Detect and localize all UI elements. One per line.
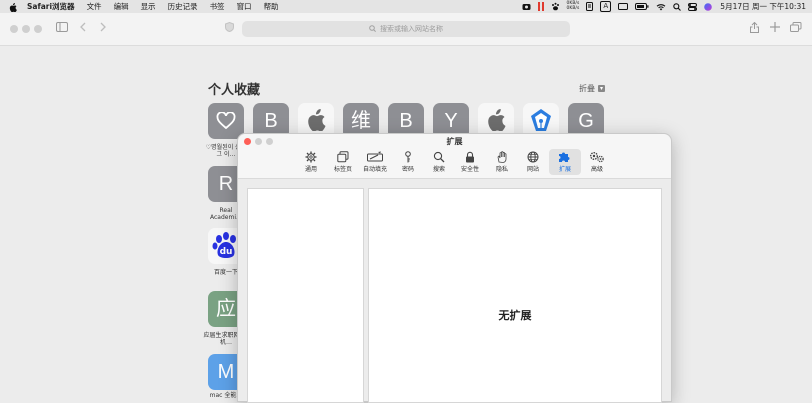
menu-view[interactable]: 显示 [141, 1, 156, 12]
extension-detail-pane: 无扩展 [368, 188, 662, 403]
camera-status-icon[interactable] [522, 3, 531, 11]
magnifier-icon [433, 151, 445, 163]
tab-passwords-label: 密码 [401, 166, 414, 173]
key-icon [405, 151, 411, 163]
menu-history[interactable]: 历史记录 [168, 1, 198, 12]
tab-autofill[interactable]: 自动填充 [358, 149, 392, 175]
net-speed-down: 0KB/s [566, 5, 580, 11]
menu-bookmarks[interactable]: 书签 [210, 1, 225, 12]
new-tab-plus-icon[interactable] [770, 22, 780, 34]
siri-icon[interactable] [704, 2, 713, 11]
pen-nib-icon [531, 109, 551, 131]
window-close-button[interactable] [10, 25, 18, 33]
menu-file[interactable]: 文件 [87, 1, 102, 12]
autofill-pen-icon [367, 151, 383, 162]
paw-status-icon[interactable] [551, 2, 560, 11]
pause-status-icon[interactable] [537, 2, 544, 11]
search-spotlight-icon[interactable] [673, 2, 682, 11]
tab-websites[interactable]: 网站 [517, 149, 549, 175]
display-status-icon[interactable] [618, 3, 629, 10]
privacy-shield-icon[interactable] [225, 21, 234, 35]
tab-security[interactable]: 安全性 [454, 149, 486, 175]
safari-toolbar: 搜索或输入网站名称 [0, 13, 812, 46]
tab-websites-label: 网站 [526, 166, 539, 173]
tab-advanced[interactable]: 高级 [581, 149, 613, 175]
network-speed: 0KB/s 0KB/s [566, 1, 580, 11]
tab-extensions-label: 扩展 [558, 166, 571, 173]
tab-overview-icon[interactable] [790, 22, 802, 35]
tab-search-label: 搜索 [432, 166, 445, 173]
input-method-indicator[interactable]: A [600, 1, 612, 12]
extensions-list[interactable] [247, 188, 364, 403]
globe-icon [527, 151, 539, 163]
preferences-window: 扩展 通用 标签页 自动填充 密码 搜索 安全性 隐私 网站 扩展 高级 无扩展 [237, 133, 672, 403]
menubar-datetime[interactable]: 5月17日 周一 下午10:31 [720, 1, 806, 12]
menu-help[interactable]: 帮助 [264, 1, 279, 12]
collapse-label: 折叠 [579, 84, 595, 93]
tab-general[interactable]: 通用 [295, 149, 327, 175]
control-center-icon[interactable] [688, 2, 698, 11]
address-bar-placeholder: 搜索或输入网站名称 [380, 25, 443, 33]
tab-tabs-label: 标签页 [333, 166, 352, 173]
wifi-icon[interactable] [656, 3, 666, 11]
collapse-arrow-icon: ▾ [598, 85, 605, 92]
sidebar-toggle-icon[interactable] [56, 22, 68, 35]
tab-privacy-label: 隐私 [495, 166, 508, 173]
input-method-label: A [600, 1, 612, 12]
menu-safari[interactable]: Safari浏览器 [27, 1, 75, 12]
tab-search[interactable]: 搜索 [423, 149, 455, 175]
window-zoom-button[interactable] [34, 25, 42, 33]
menu-window[interactable]: 窗口 [237, 1, 252, 12]
lock-icon [466, 151, 474, 163]
search-icon [369, 24, 376, 34]
tab-autofill-label: 自动填充 [362, 166, 387, 173]
favorite-tile-1[interactable] [208, 103, 244, 139]
tab-advanced-label: 高级 [590, 166, 603, 173]
gear-icon [305, 151, 317, 163]
tab-general-label: 通用 [304, 166, 317, 173]
address-bar[interactable]: 搜索或输入网站名称 [242, 21, 570, 37]
preferences-header: 扩展 通用 标签页 自动填充 密码 搜索 安全性 隐私 网站 扩展 高级 [238, 134, 671, 179]
puzzle-piece-icon [559, 152, 570, 162]
back-chevron-icon[interactable] [80, 22, 86, 35]
apple-menu-icon[interactable] [9, 2, 17, 12]
tab-security-label: 安全性 [460, 166, 479, 173]
double-gear-icon [590, 152, 604, 163]
tab-passwords[interactable]: 密码 [392, 149, 424, 175]
no-extensions-message: 无扩展 [498, 309, 532, 322]
forward-chevron-icon[interactable] [100, 22, 106, 35]
tab-privacy[interactable]: 隐私 [486, 149, 518, 175]
tabs-icon [337, 151, 349, 163]
heart-icon [216, 111, 236, 130]
window-minimize-button[interactable] [22, 25, 30, 33]
favorites-title: 个人收藏 [208, 83, 261, 98]
battery-icon[interactable] [635, 3, 649, 10]
collapse-button[interactable]: 折叠 ▾ [579, 83, 605, 94]
menu-edit[interactable]: 编辑 [114, 1, 129, 12]
baidu-logo-text: du [220, 247, 233, 257]
menu-bar: Safari浏览器 文件 编辑 显示 历史记录 书签 窗口 帮助 0KB/s 0… [0, 0, 812, 13]
share-icon[interactable] [750, 21, 759, 36]
tab-extensions[interactable]: 扩展 [549, 149, 581, 175]
preferences-title: 扩展 [446, 137, 463, 146]
apple-logo-icon [308, 109, 326, 132]
apple-logo-icon [488, 109, 506, 132]
hand-icon [497, 151, 507, 163]
tab-tabs[interactable]: 标签页 [327, 149, 359, 175]
tablet-status-icon[interactable] [586, 2, 594, 11]
